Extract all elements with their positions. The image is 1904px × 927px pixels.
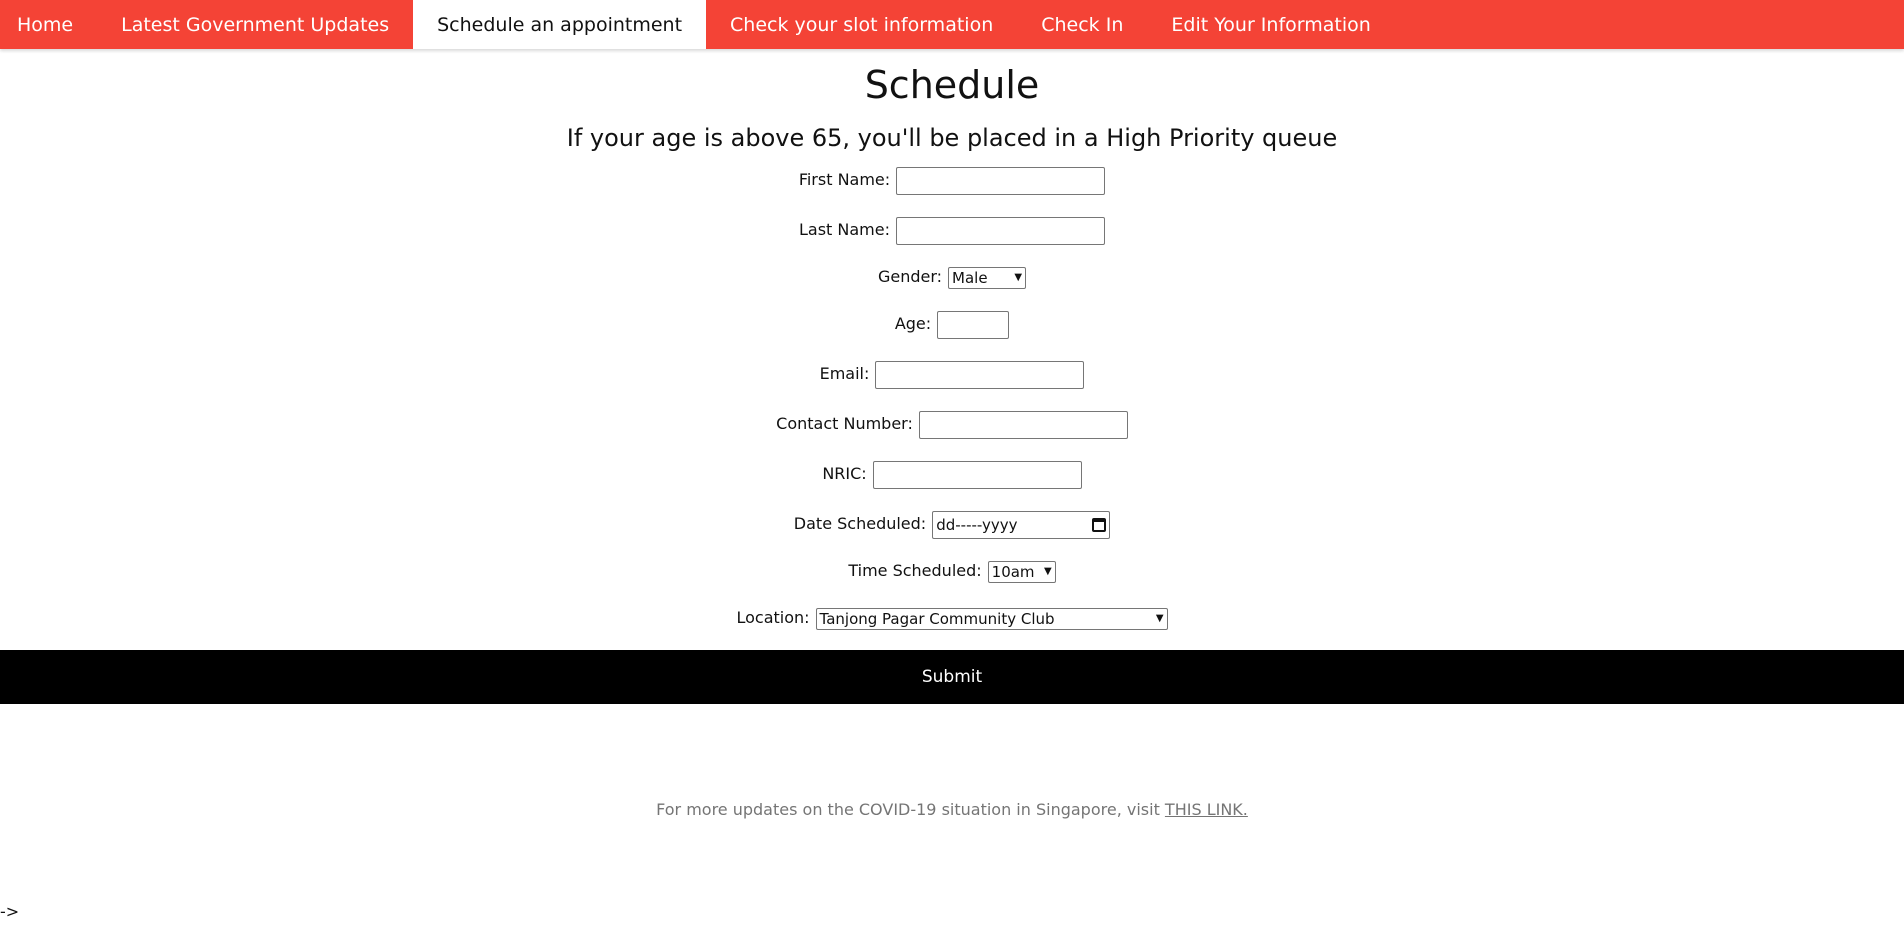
time-scheduled-label: Time Scheduled: [848,561,982,580]
page-title: Schedule [864,63,1040,107]
gender-select[interactable]: Male ▼ [948,266,1027,289]
time-selected-value: 10am [991,562,1035,581]
top-navigation: Home Latest Government Updates Schedule … [0,0,1904,49]
footer: For more updates on the COVID-19 situati… [0,800,1904,819]
email-input[interactable] [875,360,1085,389]
location-select[interactable]: Tanjong Pagar Community Club ▼ [815,607,1168,630]
gender-label: Gender: [877,267,943,286]
schedule-form: First Name: Last Name: Gender: Male ▼ Age:… [0,165,1904,704]
last-name-row: Last Name: [0,215,1904,245]
nric-input[interactable] [872,460,1082,489]
last-name-input[interactable] [896,216,1105,245]
date-scheduled-row: Date Scheduled: dd-----yyyy [0,509,1904,539]
chevron-down-icon: ▼ [1043,565,1052,577]
nric-label: NRIC: [822,464,867,483]
date-placeholder: dd-----yyyy [936,515,1018,534]
nric-row: NRIC: [0,459,1904,489]
nav-home[interactable]: Home [0,0,97,49]
stray-text: -> [0,902,20,921]
nav-edit-information[interactable]: Edit Your Information [1147,0,1394,49]
age-input[interactable] [937,310,1010,339]
nav-check-in[interactable]: Check In [1017,0,1147,49]
first-name-input[interactable] [896,166,1106,195]
contact-number-input[interactable] [918,410,1128,439]
time-scheduled-select[interactable]: 10am ▼ [987,560,1056,583]
gender-row: Gender: Male ▼ [0,262,1904,292]
first-name-row: First Name: [0,165,1904,195]
location-row: Location: Tanjong Pagar Community Club ▼ [0,603,1904,633]
contact-number-label: Contact Number: [776,414,913,433]
first-name-label: First Name: [798,170,891,189]
nav-latest-government-updates[interactable]: Latest Government Updates [97,0,413,49]
nav-check-slot-information[interactable]: Check your slot information [706,0,1017,49]
location-selected-value: Tanjong Pagar Community Club [819,609,1055,628]
nav-schedule-appointment[interactable]: Schedule an appointment [413,0,707,49]
chevron-down-icon: ▼ [1014,271,1023,283]
covid-updates-link[interactable]: THIS LINK. [1165,800,1248,819]
gender-selected-value: Male [952,268,988,287]
footer-text: For more updates on the COVID-19 situati… [656,800,1165,819]
location-label: Location: [736,608,810,627]
calendar-icon[interactable] [1092,517,1107,532]
submit-button[interactable]: Submit [0,650,1904,704]
priority-notice: If your age is above 65, you'll be place… [566,124,1338,152]
chevron-down-icon: ▼ [1155,612,1164,624]
email-label: Email: [819,364,870,383]
contact-number-row: Contact Number: [0,409,1904,439]
last-name-label: Last Name: [798,220,890,239]
date-scheduled-input[interactable]: dd-----yyyy [932,510,1111,539]
time-scheduled-row: Time Scheduled: 10am ▼ [0,556,1904,586]
age-row: Age: [0,309,1904,339]
age-label: Age: [894,314,932,333]
date-scheduled-label: Date Scheduled: [793,514,927,533]
email-row: Email: [0,359,1904,389]
